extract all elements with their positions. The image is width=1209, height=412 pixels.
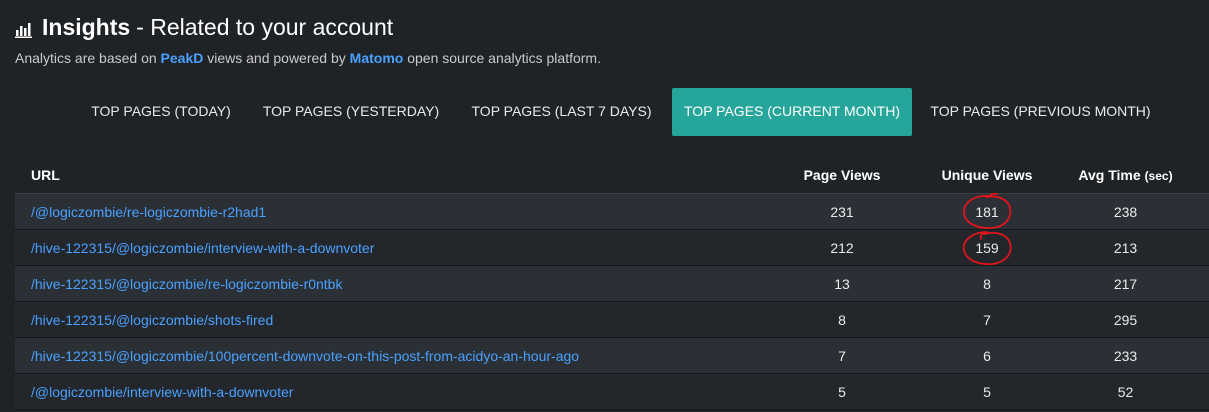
table-row: /@logiczombie/interview-with-a-downvoter… bbox=[15, 373, 1209, 410]
page-title: Insights bbox=[42, 14, 131, 40]
row-url-link[interactable]: /hive-122315/@logiczombie/100percent-dow… bbox=[15, 338, 752, 374]
tab-today[interactable]: TOP PAGES (TODAY) bbox=[79, 88, 243, 136]
row-avg-time: 295 bbox=[1113, 311, 1138, 328]
row-unique-views: 5 bbox=[983, 383, 991, 400]
tab-last-7-days[interactable]: TOP PAGES (LAST 7 DAYS) bbox=[460, 88, 663, 136]
row-avg-time: 213 bbox=[1113, 239, 1138, 256]
annotated-value: 159 bbox=[962, 230, 1012, 265]
top-pages-table: URL Page Views Unique Views Avg Time (se… bbox=[15, 157, 1209, 410]
row-url-link[interactable]: /hive-122315/@logiczombie/interview-with… bbox=[15, 230, 752, 266]
insights-page: Insights - Related to your account Analy… bbox=[0, 0, 1209, 412]
row-avg-time: 233 bbox=[1113, 347, 1138, 364]
page-views-column-header[interactable]: Page Views bbox=[752, 157, 932, 194]
url-column-header[interactable]: URL bbox=[15, 157, 752, 194]
table-row: /hive-122315/@logiczombie/100percent-dow… bbox=[15, 337, 1209, 374]
row-unique-views: 6 bbox=[983, 347, 991, 364]
row-unique-views: 181 bbox=[932, 192, 1042, 230]
row-page-views: 5 bbox=[838, 383, 846, 400]
table-row: /@logiczombie/re-logiczombie-r2had1 231 … bbox=[15, 192, 1209, 230]
row-page-views: 13 bbox=[834, 275, 850, 292]
annotated-value: 181 bbox=[963, 192, 1012, 229]
row-unique-views-value: 159 bbox=[975, 239, 999, 256]
table-row: /hive-122315/@logiczombie/shots-fired 8 … bbox=[15, 301, 1209, 338]
row-avg-time: 217 bbox=[1113, 275, 1138, 292]
bar-chart-icon bbox=[15, 22, 32, 38]
row-url-link[interactable]: /hive-122315/@logiczombie/shots-fired bbox=[15, 302, 752, 338]
table-row: /hive-122315/@logiczombie/interview-with… bbox=[15, 229, 1209, 266]
peakd-link[interactable]: PeakD bbox=[161, 50, 204, 66]
table-row: /hive-122315/@logiczombie/re-logiczombie… bbox=[15, 265, 1209, 302]
row-url-link[interactable]: /hive-122315/@logiczombie/re-logiczombie… bbox=[15, 266, 752, 302]
row-unique-views: 8 bbox=[983, 275, 991, 292]
row-unique-views-value: 181 bbox=[975, 203, 999, 220]
row-page-views: 7 bbox=[838, 347, 846, 364]
subtitle-middle: views and powered by bbox=[203, 50, 350, 66]
tab-yesterday[interactable]: TOP PAGES (YESTERDAY) bbox=[254, 88, 448, 136]
row-url-link[interactable]: /@logiczombie/interview-with-a-downvoter bbox=[15, 374, 752, 410]
row-url-link[interactable]: /@logiczombie/re-logiczombie-r2had1 bbox=[15, 194, 752, 230]
row-unique-views: 7 bbox=[983, 311, 991, 328]
row-avg-time: 52 bbox=[1117, 383, 1134, 400]
table-header-row: URL Page Views Unique Views Avg Time (se… bbox=[15, 157, 1209, 194]
page-subtitle: Analytics are based on PeakD views and p… bbox=[15, 50, 601, 66]
row-page-views: 8 bbox=[838, 311, 846, 328]
tab-current-month[interactable]: TOP PAGES (CURRENT MONTH) bbox=[672, 88, 912, 136]
matomo-link[interactable]: Matomo bbox=[350, 50, 404, 66]
subtitle-suffix: open source analytics platform. bbox=[403, 50, 601, 66]
unique-views-column-header[interactable]: Unique Views bbox=[932, 157, 1042, 194]
tab-previous-month[interactable]: TOP PAGES (PREVIOUS MONTH) bbox=[921, 88, 1160, 136]
row-page-views: 231 bbox=[830, 203, 854, 220]
avg-time-unit: (sec) bbox=[1144, 169, 1173, 183]
row-page-views: 212 bbox=[830, 239, 854, 256]
row-avg-time: 238 bbox=[1113, 203, 1138, 220]
page-header: Insights - Related to your account bbox=[15, 14, 393, 41]
row-unique-views: 159 bbox=[932, 230, 1042, 266]
avg-time-label: Avg Time bbox=[1078, 167, 1141, 183]
avg-time-column-header[interactable]: Avg Time (sec) bbox=[1042, 157, 1209, 194]
page-title-suffix: - Related to your account bbox=[136, 14, 394, 40]
period-tabs: TOP PAGES (TODAY) TOP PAGES (YESTERDAY) … bbox=[0, 88, 1209, 136]
subtitle-prefix: Analytics are based on bbox=[15, 50, 161, 66]
